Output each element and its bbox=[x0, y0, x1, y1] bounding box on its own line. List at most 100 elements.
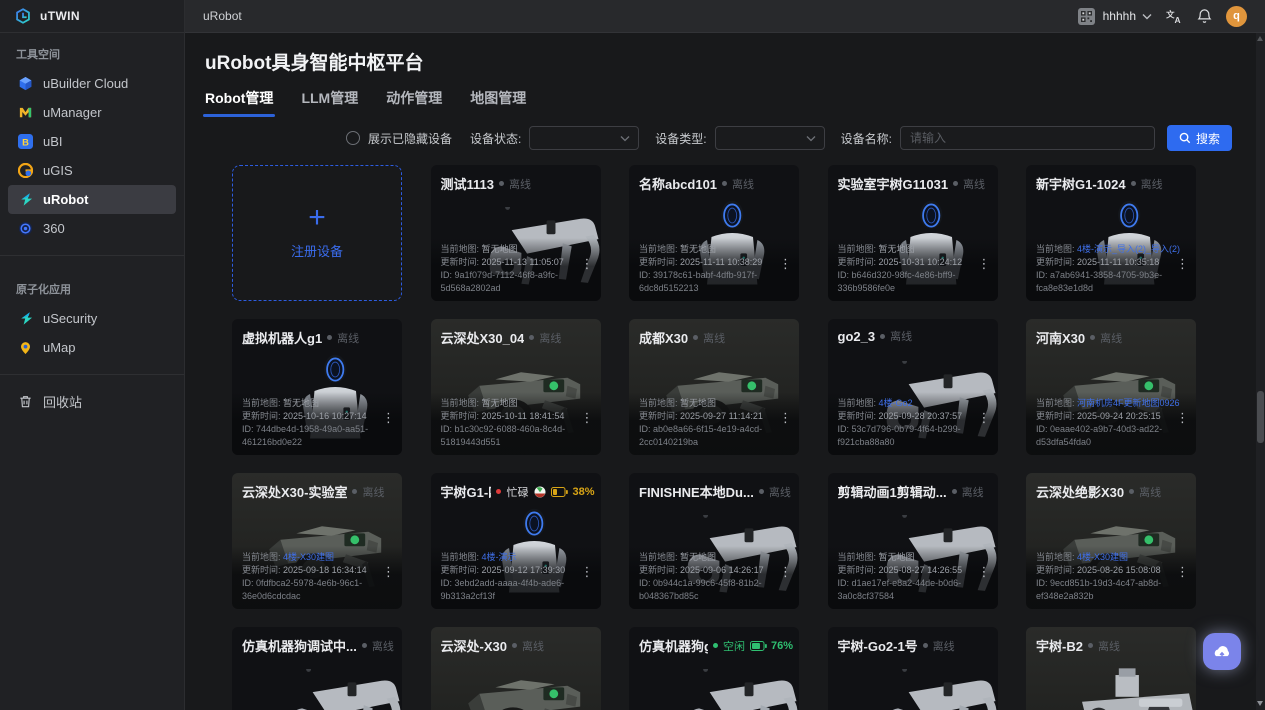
sidebar-item-ugis[interactable]: uGIS bbox=[8, 156, 176, 185]
updated-value: 2025-08-26 15:08:08 bbox=[1077, 565, 1161, 575]
map-value[interactable]: 4楼-X30建图 bbox=[1077, 552, 1128, 562]
show-hidden-label[interactable]: 展示已隐藏设备 bbox=[368, 130, 452, 147]
more-menu-icon[interactable]: ⋮ bbox=[779, 259, 792, 269]
map-label: 当前地图: bbox=[639, 398, 678, 408]
device-meta: 当前地图: 暂无地图更新时间: 2025-10-16 10:27:14ID: 7… bbox=[232, 392, 402, 455]
map-value[interactable]: 4楼-Go2 bbox=[879, 398, 913, 408]
device-card[interactable]: 虚拟机器人g1离线当前地图: 暂无地图更新时间: 2025-10-16 10:2… bbox=[232, 319, 402, 455]
tab-action[interactable]: 动作管理 bbox=[386, 88, 442, 117]
device-type-label: 设备类型: bbox=[655, 130, 706, 147]
more-menu-icon[interactable]: ⋮ bbox=[1176, 567, 1189, 577]
device-meta: 当前地图: 4楼-X30建图更新时间: 2025-09-18 16:34:14I… bbox=[232, 546, 402, 609]
device-card[interactable]: 测试1113离线当前地图: 暂无地图更新时间: 2025-11-13 11:05… bbox=[431, 165, 601, 301]
device-card[interactable]: 河南X30离线当前地图: 河南机房4F更新地图0926更新时间: 2025-09… bbox=[1026, 319, 1196, 455]
device-card[interactable]: 云深处绝影X30离线当前地图: 4楼-X30建图更新时间: 2025-08-26… bbox=[1026, 473, 1196, 609]
tab-llm[interactable]: LLM管理 bbox=[301, 88, 358, 117]
more-menu-icon[interactable]: ⋮ bbox=[779, 567, 792, 577]
updated-label: 更新时间: bbox=[639, 257, 678, 267]
updated-value: 2025-10-11 18:41:54 bbox=[482, 411, 565, 421]
id-label: ID: bbox=[1036, 270, 1048, 280]
device-status: 离线 bbox=[769, 484, 791, 500]
device-card[interactable]: go2_3离线当前地图: 4楼-Go2更新时间: 2025-09-28 20:3… bbox=[828, 319, 998, 455]
avatar[interactable]: q bbox=[1226, 6, 1247, 27]
device-card[interactable]: 名称abcd101离线当前地图: 暂无地图更新时间: 2025-11-11 10… bbox=[629, 165, 799, 301]
translate-icon[interactable]: 文 A bbox=[1166, 9, 1183, 24]
tab-map[interactable]: 地图管理 bbox=[470, 88, 526, 117]
map-value[interactable]: 河南机房4F更新地图0926 bbox=[1077, 398, 1180, 408]
device-status-select[interactable] bbox=[529, 126, 639, 150]
map-value[interactable]: 4楼-X30建图 bbox=[283, 552, 334, 562]
device-card[interactable]: 仿真机器狗go2空闲76% bbox=[629, 627, 799, 710]
more-menu-icon[interactable]: ⋮ bbox=[978, 567, 991, 577]
ball-icon bbox=[534, 486, 546, 498]
scrollbar[interactable] bbox=[1256, 33, 1265, 710]
map-label: 当前地图: bbox=[441, 244, 480, 254]
id-label: ID: bbox=[838, 424, 850, 434]
scroll-down-arrow-icon[interactable] bbox=[1257, 701, 1263, 706]
id-label: ID: bbox=[441, 424, 453, 434]
scroll-up-arrow-icon[interactable] bbox=[1257, 36, 1263, 41]
trash-icon bbox=[17, 394, 33, 410]
sidebar-item-ubuilder-cloud[interactable]: uBuilder Cloud bbox=[8, 69, 176, 98]
chevron-down-icon bbox=[620, 135, 630, 142]
updated-value: 2025-11-11 10:38:29 bbox=[680, 257, 762, 267]
status-dot-icon bbox=[713, 643, 718, 648]
brand[interactable]: uTWIN bbox=[0, 0, 184, 33]
sidebar-item-360[interactable]: 360 bbox=[8, 214, 176, 243]
sidebar-item-umanager[interactable]: uManager bbox=[8, 98, 176, 127]
device-card[interactable]: 成都X30离线当前地图: 暂无地图更新时间: 2025-09-27 11:14:… bbox=[629, 319, 799, 455]
map-value[interactable]: 4楼-演示_导入(2)_导入(2) bbox=[1077, 244, 1180, 254]
more-menu-icon[interactable]: ⋮ bbox=[1176, 259, 1189, 269]
more-menu-icon[interactable]: ⋮ bbox=[779, 413, 792, 423]
scrollbar-thumb[interactable] bbox=[1257, 391, 1264, 443]
device-type-select[interactable] bbox=[715, 126, 825, 150]
more-menu-icon[interactable]: ⋮ bbox=[978, 259, 991, 269]
sidebar-item-recycle-bin[interactable]: 回收站 bbox=[8, 387, 176, 416]
battery-percent: 38% bbox=[572, 486, 594, 498]
map-value: 暂无地图 bbox=[283, 398, 319, 408]
more-menu-icon[interactable]: ⋮ bbox=[581, 567, 594, 577]
sidebar-item-umap[interactable]: uMap bbox=[8, 333, 176, 362]
device-card[interactable]: 宇树-B2离线 bbox=[1026, 627, 1196, 710]
device-meta: 当前地图: 4楼-演示_导入(2)_导入(2)更新时间: 2025-11-11 … bbox=[1026, 238, 1196, 301]
more-menu-icon[interactable]: ⋮ bbox=[382, 413, 395, 423]
tab-robot[interactable]: Robot管理 bbox=[205, 88, 273, 117]
more-menu-icon[interactable]: ⋮ bbox=[581, 259, 594, 269]
bell-icon[interactable] bbox=[1197, 8, 1212, 24]
more-menu-icon[interactable]: ⋮ bbox=[1176, 413, 1189, 423]
map-value: 暂无地图 bbox=[482, 398, 518, 408]
id-value: b1c30c92-6088-460a-8c4d-51819443d551 bbox=[441, 424, 566, 447]
brand-name: uTWIN bbox=[40, 9, 80, 23]
sidebar-section-label: 工具空间 bbox=[0, 33, 184, 69]
battery-icon bbox=[551, 487, 568, 497]
device-card[interactable]: 剪辑动画1剪辑动...离线当前地图: 暂无地图更新时间: 2025-08-27 … bbox=[828, 473, 998, 609]
device-card[interactable]: 实验室宇树G11031离线当前地图: 暂无地图更新时间: 2025-10-31 … bbox=[828, 165, 998, 301]
sidebar-item-urobot[interactable]: uRobot bbox=[8, 185, 176, 214]
device-card[interactable]: 云深处-X30离线 bbox=[431, 627, 601, 710]
device-name-input[interactable] bbox=[900, 126, 1155, 150]
cloud-upload-button[interactable] bbox=[1203, 633, 1241, 670]
device-card[interactable]: 新宇树G1-1024离线当前地图: 4楼-演示_导入(2)_导入(2)更新时间:… bbox=[1026, 165, 1196, 301]
device-card[interactable]: 云深处X30-实验室离线当前地图: 4楼-X30建图更新时间: 2025-09-… bbox=[232, 473, 402, 609]
sidebar-item-ubi[interactable]: BuBI bbox=[8, 127, 176, 156]
device-card[interactable]: 仿真机器狗调试中...离线 bbox=[232, 627, 402, 710]
map-value[interactable]: 4楼-演示 bbox=[482, 552, 517, 562]
sidebar-item-usecurity[interactable]: uSecurity bbox=[8, 304, 176, 333]
search-button[interactable]: 搜索 bbox=[1167, 125, 1232, 151]
sidebar-sections: 工具空间uBuilder ClouduManagerBuBIuGISuRobot… bbox=[0, 33, 184, 362]
device-card[interactable]: FINISHNE本地Du...离线当前地图: 暂无地图更新时间: 2025-09… bbox=[629, 473, 799, 609]
status-dot-icon bbox=[759, 489, 764, 494]
updated-label: 更新时间: bbox=[838, 257, 877, 267]
device-card[interactable]: 宇树-Go2-1号离线 bbox=[828, 627, 998, 710]
more-menu-icon[interactable]: ⋮ bbox=[581, 413, 594, 423]
workspace-switcher[interactable]: hhhhh bbox=[1078, 8, 1152, 25]
device-name: 宇树-B2 bbox=[1036, 636, 1083, 655]
sidebar-divider bbox=[0, 374, 184, 375]
register-device-card[interactable]: + 注册设备 bbox=[232, 165, 402, 301]
device-card[interactable]: 云深处X30_04离线当前地图: 暂无地图更新时间: 2025-10-11 18… bbox=[431, 319, 601, 455]
device-card[interactable]: 宇树G1-四川忙碌38%当前地图: 4楼-演示更新时间: 2025-09-12 … bbox=[431, 473, 601, 609]
more-menu-icon[interactable]: ⋮ bbox=[978, 413, 991, 423]
show-hidden-checkbox[interactable] bbox=[346, 131, 360, 145]
updated-value: 2025-09-28 20:37:57 bbox=[879, 411, 963, 421]
more-menu-icon[interactable]: ⋮ bbox=[382, 567, 395, 577]
